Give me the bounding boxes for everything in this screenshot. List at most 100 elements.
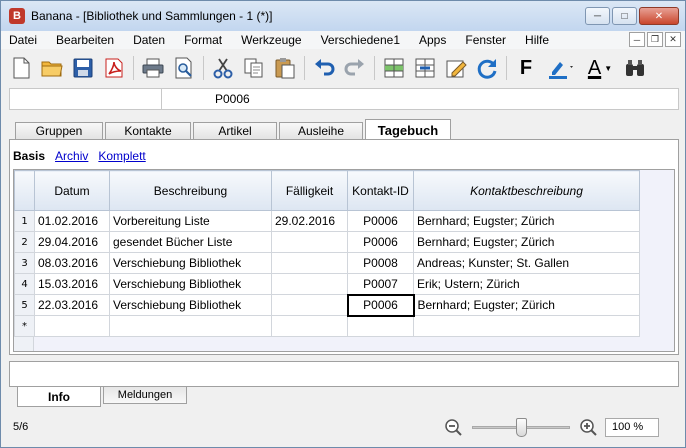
- cell-datum[interactable]: 29.04.2016: [34, 231, 110, 253]
- toolbar-separator: [304, 56, 305, 80]
- cell-datum[interactable]: 15.03.2016: [34, 273, 110, 295]
- menu-hilfe[interactable]: Hilfe: [515, 31, 558, 49]
- cell-faelligkeit[interactable]: 29.02.2016: [271, 210, 348, 232]
- cell-kontaktbeschreibung[interactable]: Erik; Ustern; Zürich: [413, 273, 640, 295]
- row-number[interactable]: 2: [14, 231, 35, 253]
- copy-button[interactable]: [240, 54, 268, 82]
- undo-button[interactable]: [310, 54, 338, 82]
- view-basis[interactable]: Basis: [13, 149, 45, 163]
- redo-button[interactable]: [341, 54, 369, 82]
- cell-datum[interactable]: 08.03.2016: [34, 252, 110, 274]
- print-preview-button[interactable]: [170, 54, 198, 82]
- print-button[interactable]: [139, 54, 167, 82]
- doc-minimize-button[interactable]: ─: [629, 32, 645, 47]
- cell-kontaktbeschreibung[interactable]: Bernhard; Eugster; Zürich: [413, 210, 640, 232]
- tab-kontakte[interactable]: Kontakte: [105, 122, 191, 139]
- cell-kontakt-id-selected[interactable]: P0006: [346, 293, 415, 317]
- cell-kontaktbeschreibung[interactable]: Bernhard; Eugster; Zürich: [413, 294, 640, 316]
- menu-verschiedene[interactable]: Verschiedene1: [311, 31, 409, 49]
- menu-datei[interactable]: Datei: [1, 31, 46, 49]
- document-window-controls: ─ ❐ ✕: [629, 32, 681, 47]
- menu-fenster[interactable]: Fenster: [455, 31, 515, 49]
- cell-faelligkeit[interactable]: [271, 294, 348, 316]
- close-button[interactable]: ✕: [639, 7, 679, 25]
- insert-rows-button[interactable]: [380, 54, 408, 82]
- view-komplett[interactable]: Komplett: [98, 149, 145, 163]
- toolbar-separator: [203, 56, 204, 80]
- col-header-faelligkeit[interactable]: Fälligkeit: [271, 170, 348, 211]
- new-document-button[interactable]: [7, 54, 35, 82]
- save-button[interactable]: [69, 54, 97, 82]
- delete-rows-button[interactable]: [411, 54, 439, 82]
- col-header-beschreibung[interactable]: Beschreibung: [109, 170, 272, 211]
- cell-datum[interactable]: 22.03.2016: [34, 294, 110, 316]
- zoom-slider-thumb[interactable]: [515, 418, 527, 437]
- new-row-marker[interactable]: *: [14, 315, 35, 337]
- col-header-datum[interactable]: Datum: [34, 170, 110, 211]
- zoom-out-icon[interactable]: [444, 418, 462, 436]
- zoom-in-icon[interactable]: [579, 418, 597, 436]
- doc-restore-button[interactable]: ❐: [647, 32, 663, 47]
- cut-button[interactable]: [209, 54, 237, 82]
- recalculate-button[interactable]: [473, 54, 501, 82]
- menu-bearbeiten[interactable]: Bearbeiten: [46, 31, 123, 49]
- cell-content-field[interactable]: P0006: [215, 92, 250, 106]
- paste-button[interactable]: [271, 54, 299, 82]
- cell-faelligkeit[interactable]: [271, 231, 348, 253]
- tab-info[interactable]: Info: [17, 387, 101, 407]
- pdf-button[interactable]: [100, 54, 128, 82]
- cell-kontaktbeschreibung[interactable]: Andreas; Kunster; St. Gallen: [413, 252, 640, 274]
- cell-beschreibung[interactable]: gesendet Bücher Liste: [109, 231, 272, 253]
- cell-faelligkeit[interactable]: [271, 273, 348, 295]
- cell-address-field[interactable]: [10, 89, 162, 109]
- view-archiv[interactable]: Archiv: [55, 149, 88, 163]
- cell-beschreibung[interactable]: Verschiebung Bibliothek: [109, 294, 272, 316]
- open-button[interactable]: [38, 54, 66, 82]
- cell-empty[interactable]: [271, 315, 348, 337]
- menu-daten[interactable]: Daten: [123, 31, 174, 49]
- corner-cell[interactable]: [14, 170, 35, 211]
- tab-meldungen[interactable]: Meldungen: [103, 387, 187, 404]
- zoom-level-field[interactable]: 100 %: [605, 418, 659, 437]
- status-bar: 5/6 100 %: [1, 413, 685, 447]
- cell-beschreibung[interactable]: Verschiebung Bibliothek: [109, 252, 272, 274]
- tab-tagebuch[interactable]: Tagebuch: [365, 119, 451, 140]
- cell-beschreibung[interactable]: Vorbereitung Liste: [109, 210, 272, 232]
- search-button[interactable]: [621, 54, 649, 82]
- cell-kontakt-id[interactable]: P0006: [347, 210, 414, 232]
- cell-empty[interactable]: [347, 315, 414, 337]
- minimize-button[interactable]: ─: [585, 7, 610, 25]
- menu-format[interactable]: Format: [174, 31, 231, 49]
- edit-button[interactable]: [442, 54, 470, 82]
- paste-icon: [275, 58, 295, 79]
- cell-faelligkeit[interactable]: [271, 252, 348, 274]
- cell-kontakt-id[interactable]: P0008: [347, 252, 414, 274]
- cell-kontaktbeschreibung[interactable]: Bernhard; Eugster; Zürich: [413, 231, 640, 253]
- menu-werkzeuge[interactable]: Werkzeuge: [231, 31, 310, 49]
- highlight-color-button[interactable]: [543, 54, 579, 82]
- row-number[interactable]: 4: [14, 273, 35, 295]
- row-number[interactable]: 5: [14, 294, 35, 316]
- doc-close-button[interactable]: ✕: [665, 32, 681, 47]
- col-header-kontakt-id[interactable]: Kontakt-ID: [347, 170, 414, 211]
- cell-empty[interactable]: [109, 315, 272, 337]
- banana-app-icon[interactable]: B: [9, 8, 25, 24]
- toolbar: F A ▼: [1, 51, 685, 85]
- col-header-kontaktbeschreibung[interactable]: Kontaktbeschreibung: [413, 170, 640, 211]
- text-color-button[interactable]: A ▼: [582, 54, 618, 82]
- tab-artikel[interactable]: Artikel: [193, 122, 277, 139]
- cell-empty[interactable]: [34, 315, 110, 337]
- tab-gruppen[interactable]: Gruppen: [15, 122, 103, 139]
- row-number[interactable]: 3: [14, 252, 35, 274]
- tab-ausleihe[interactable]: Ausleihe: [279, 122, 363, 139]
- cell-kontakt-id[interactable]: P0007: [347, 273, 414, 295]
- cell-datum[interactable]: 01.02.2016: [34, 210, 110, 232]
- row-number[interactable]: 1: [14, 210, 35, 232]
- cell-beschreibung[interactable]: Verschiebung Bibliothek: [109, 273, 272, 295]
- maximize-button[interactable]: □: [612, 7, 637, 25]
- menu-apps[interactable]: Apps: [409, 31, 455, 49]
- cell-empty[interactable]: [413, 315, 640, 337]
- cell-kontakt-id[interactable]: P0006: [347, 231, 414, 253]
- chevron-down-icon: ▼: [604, 63, 613, 73]
- bold-button[interactable]: F: [512, 54, 540, 82]
